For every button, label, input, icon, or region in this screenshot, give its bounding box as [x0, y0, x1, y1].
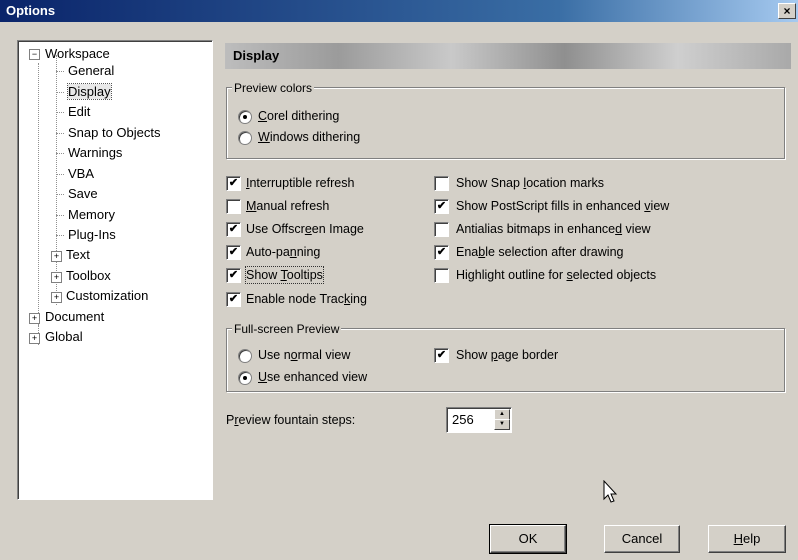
enable-selection-after-drawing-checkbox[interactable]: ✔: [434, 245, 449, 260]
use-enhanced-view-radio[interactable]: [238, 371, 252, 385]
tree-guide: [56, 235, 64, 236]
collapse-icon[interactable]: −: [29, 49, 40, 60]
interruptible-refresh-label[interactable]: Interruptible refresh: [246, 175, 354, 191]
use-offscreen-image-label[interactable]: Use Offscreen Image: [246, 221, 364, 237]
tree-item-text[interactable]: Text: [66, 247, 90, 263]
use-normal-view-radio[interactable]: [238, 349, 252, 363]
tree-item-edit[interactable]: Edit: [68, 104, 90, 120]
tree-item-save[interactable]: Save: [68, 186, 98, 202]
windows-dithering-radio[interactable]: [238, 131, 252, 145]
show-postscript-fills-checkbox[interactable]: ✔: [434, 199, 449, 214]
interruptible-refresh-checkbox[interactable]: ✔: [226, 176, 241, 191]
fountain-steps-label: Preview fountain steps:: [226, 413, 356, 427]
fountain-steps-spinner[interactable]: 256 ▲ ▼: [446, 407, 512, 433]
tree-guide: [56, 133, 64, 134]
title-bar: Options ×: [0, 0, 798, 22]
manual-refresh-label[interactable]: Manual refresh: [246, 198, 329, 214]
expand-icon[interactable]: +: [51, 272, 62, 283]
show-snap-location-marks-label[interactable]: Show Snap location marks: [456, 175, 604, 191]
enable-selection-after-drawing-label[interactable]: Enable selection after drawing: [456, 244, 623, 260]
tree-item-plug-ins[interactable]: Plug-Ins: [68, 227, 116, 243]
tree-guide: [56, 92, 64, 93]
tree-guide: [56, 215, 64, 216]
expand-icon[interactable]: +: [51, 292, 62, 303]
show-tooltips-label[interactable]: Show Tooltips: [245, 266, 324, 284]
panel-title: Display: [233, 48, 280, 63]
panel-header: Display: [225, 43, 791, 69]
corel-dithering-radio[interactable]: [238, 110, 252, 124]
cancel-button[interactable]: Cancel: [604, 525, 680, 553]
tree-item-display[interactable]: Display: [67, 83, 112, 100]
tree-item-document[interactable]: Document: [45, 309, 104, 325]
tree-guide: [56, 71, 64, 72]
mouse-pointer-icon: [603, 480, 618, 503]
use-offscreen-image-checkbox[interactable]: ✔: [226, 222, 241, 237]
expand-icon[interactable]: +: [51, 251, 62, 262]
fullscreen-preview-label: Full-screen Preview: [232, 322, 342, 336]
manual-refresh-checkbox[interactable]: [226, 199, 241, 214]
window-title: Options: [6, 3, 56, 18]
show-postscript-fills-label[interactable]: Show PostScript fills in enhanced view: [456, 198, 669, 214]
category-tree[interactable]: − Workspace General Display Edit Snap to…: [17, 40, 213, 500]
tree-item-customization[interactable]: Customization: [66, 288, 148, 304]
tree-item-global[interactable]: Global: [45, 329, 83, 345]
antialias-bitmaps-checkbox[interactable]: [434, 222, 449, 237]
use-enhanced-view-label[interactable]: Use enhanced view: [258, 369, 367, 385]
tree-item-toolbox[interactable]: Toolbox: [66, 268, 111, 284]
close-button[interactable]: ×: [778, 3, 796, 19]
tree-item-snap-to-objects[interactable]: Snap to Objects: [68, 125, 161, 141]
auto-panning-label[interactable]: Auto-panning: [246, 244, 320, 260]
enable-node-tracking-label[interactable]: Enable node Tracking: [246, 291, 367, 307]
use-normal-view-label[interactable]: Use normal view: [258, 347, 350, 363]
ok-button[interactable]: OK: [489, 524, 567, 554]
tree-guide: [56, 153, 64, 154]
highlight-outline-checkbox[interactable]: [434, 268, 449, 283]
auto-panning-checkbox[interactable]: ✔: [226, 245, 241, 260]
expand-icon[interactable]: +: [29, 313, 40, 324]
tree-guide: [56, 112, 64, 113]
show-page-border-checkbox[interactable]: ✔: [434, 348, 449, 363]
show-page-border-label[interactable]: Show page border: [456, 347, 558, 363]
tree-guide: [38, 63, 39, 325]
spinner-arrows[interactable]: ▲ ▼: [494, 409, 510, 430]
tree-guide: [56, 194, 64, 195]
antialias-bitmaps-label[interactable]: Antialias bitmaps in enhanced view: [456, 221, 651, 237]
preview-colors-label: Preview colors: [232, 81, 315, 95]
enable-node-tracking-checkbox[interactable]: ✔: [226, 292, 241, 307]
windows-dithering-label[interactable]: Windows dithering: [258, 129, 360, 145]
tree-guide: [56, 174, 64, 175]
tree-item-general[interactable]: General: [68, 63, 114, 79]
corel-dithering-label[interactable]: Corel dithering: [258, 108, 339, 124]
show-tooltips-checkbox[interactable]: ✔: [226, 268, 241, 283]
tree-item-memory[interactable]: Memory: [68, 207, 115, 223]
highlight-outline-label[interactable]: Highlight outline for selected objects: [456, 267, 656, 283]
tree-item-warnings[interactable]: Warnings: [68, 145, 122, 161]
spin-down-icon[interactable]: ▼: [494, 419, 510, 430]
tree-item-workspace[interactable]: Workspace: [45, 46, 110, 62]
help-button[interactable]: Help: [708, 525, 786, 553]
tree-item-vba[interactable]: VBA: [68, 166, 94, 182]
fountain-steps-value[interactable]: 256: [452, 412, 474, 427]
expand-icon[interactable]: +: [29, 333, 40, 344]
show-snap-location-marks-checkbox[interactable]: [434, 176, 449, 191]
